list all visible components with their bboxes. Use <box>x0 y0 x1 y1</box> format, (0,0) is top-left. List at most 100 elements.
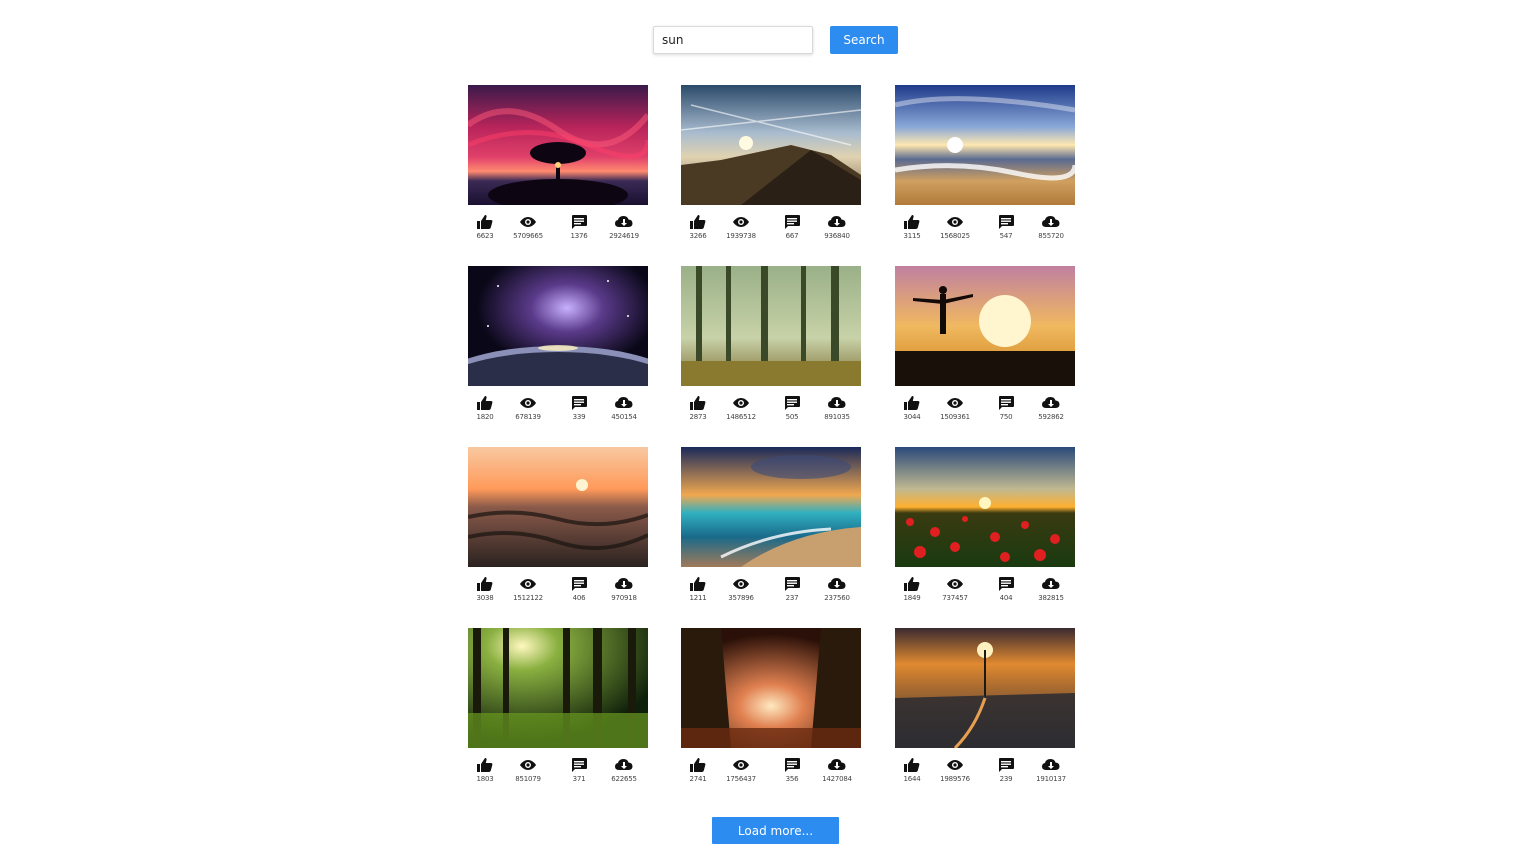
image-stats: 3115 1568025 547 855720 <box>895 215 1075 245</box>
image-stats: 1644 1989576 239 1910137 <box>895 758 1075 788</box>
views-count: 737457 <box>942 594 968 602</box>
image-thumbnail[interactable] <box>681 85 861 205</box>
views-count: 678139 <box>515 413 541 421</box>
eye-icon <box>935 215 975 229</box>
eye-icon <box>721 758 761 772</box>
likes-stat: 1820 <box>465 396 505 421</box>
comment-icon <box>559 215 599 229</box>
downloads-count: 2924619 <box>609 232 639 240</box>
downloads-stat: 2924619 <box>604 215 644 240</box>
image-card[interactable]: 3038 1512122 406 970918 <box>468 447 648 607</box>
image-card[interactable]: 1803 851079 371 622655 <box>468 628 648 788</box>
comment-icon <box>772 215 812 229</box>
thumbs-up-icon <box>892 758 932 772</box>
likes-stat: 1211 <box>678 577 718 602</box>
eye-icon <box>935 577 975 591</box>
image-card[interactable]: 2873 1486512 505 891035 <box>681 266 861 426</box>
image-stats: 6623 5709665 1376 2924619 <box>468 215 648 245</box>
likes-stat: 2741 <box>678 758 718 783</box>
image-card[interactable]: 3044 1509361 750 592862 <box>895 266 1075 426</box>
comments-count: 404 <box>999 594 1013 602</box>
comment-icon <box>986 758 1026 772</box>
likes-count: 2741 <box>689 775 707 783</box>
image-thumbnail[interactable] <box>468 628 648 748</box>
comment-icon <box>559 758 599 772</box>
comments-count: 547 <box>999 232 1013 240</box>
cloud-download-icon <box>817 396 857 410</box>
image-card[interactable]: 3266 1939738 667 936840 <box>681 85 861 245</box>
comments-stat: 406 <box>559 577 599 602</box>
likes-count: 1820 <box>476 413 494 421</box>
comments-count: 750 <box>999 413 1013 421</box>
likes-stat: 1849 <box>892 577 932 602</box>
cloud-download-icon <box>604 758 644 772</box>
downloads-count: 592862 <box>1038 413 1064 421</box>
cloud-download-icon <box>1031 758 1071 772</box>
search-button[interactable]: Search <box>830 26 898 54</box>
views-stat: 1568025 <box>935 215 975 240</box>
views-stat: 737457 <box>935 577 975 602</box>
image-thumbnail[interactable] <box>468 266 648 386</box>
eye-icon <box>508 215 548 229</box>
image-card[interactable]: 3115 1568025 547 855720 <box>895 85 1075 245</box>
cloud-download-icon <box>1031 396 1071 410</box>
downloads-count: 382815 <box>1038 594 1064 602</box>
image-card[interactable]: 1211 357896 237 237560 <box>681 447 861 607</box>
downloads-count: 936840 <box>824 232 850 240</box>
image-thumbnail[interactable] <box>681 447 861 567</box>
image-thumbnail[interactable] <box>468 447 648 567</box>
views-stat: 5709665 <box>508 215 548 240</box>
views-count: 1989576 <box>940 775 970 783</box>
load-more-button[interactable]: Load more... <box>712 817 839 844</box>
image-thumbnail[interactable] <box>895 447 1075 567</box>
likes-count: 3266 <box>689 232 707 240</box>
image-stats: 1211 357896 237 237560 <box>681 577 861 607</box>
views-count: 1486512 <box>726 413 756 421</box>
comments-count: 237 <box>785 594 799 602</box>
thumbs-up-icon <box>892 577 932 591</box>
eye-icon <box>721 577 761 591</box>
comments-count: 371 <box>572 775 586 783</box>
comments-stat: 750 <box>986 396 1026 421</box>
image-card[interactable]: 6623 5709665 1376 2924619 <box>468 85 648 245</box>
likes-stat: 1644 <box>892 758 932 783</box>
views-stat: 1939738 <box>721 215 761 240</box>
views-count: 1512122 <box>513 594 543 602</box>
downloads-count: 237560 <box>824 594 850 602</box>
image-thumbnail[interactable] <box>895 628 1075 748</box>
thumbs-up-icon <box>678 396 718 410</box>
likes-stat: 6623 <box>465 215 505 240</box>
comment-icon <box>986 396 1026 410</box>
views-stat: 1756437 <box>721 758 761 783</box>
search-input[interactable] <box>653 26 813 54</box>
image-thumbnail[interactable] <box>468 85 648 205</box>
image-card[interactable]: 1849 737457 404 382815 <box>895 447 1075 607</box>
cloud-download-icon <box>604 577 644 591</box>
image-thumbnail[interactable] <box>681 266 861 386</box>
downloads-count: 970918 <box>611 594 637 602</box>
thumbs-up-icon <box>678 215 718 229</box>
image-card[interactable]: 1644 1989576 239 1910137 <box>895 628 1075 788</box>
comments-stat: 505 <box>772 396 812 421</box>
views-count: 851079 <box>515 775 541 783</box>
image-thumbnail[interactable] <box>895 85 1075 205</box>
cloud-download-icon <box>1031 215 1071 229</box>
downloads-stat: 855720 <box>1031 215 1071 240</box>
likes-stat: 3044 <box>892 396 932 421</box>
cloud-download-icon <box>1031 577 1071 591</box>
likes-count: 2873 <box>689 413 707 421</box>
image-card[interactable]: 1820 678139 339 450154 <box>468 266 648 426</box>
views-stat: 357896 <box>721 577 761 602</box>
downloads-stat: 1427084 <box>817 758 857 783</box>
likes-stat: 1803 <box>465 758 505 783</box>
image-card[interactable]: 2741 1756437 356 1427084 <box>681 628 861 788</box>
thumbs-up-icon <box>678 758 718 772</box>
comments-stat: 404 <box>986 577 1026 602</box>
comment-icon <box>986 577 1026 591</box>
views-count: 5709665 <box>513 232 543 240</box>
downloads-stat: 382815 <box>1031 577 1071 602</box>
image-thumbnail[interactable] <box>895 266 1075 386</box>
comment-icon <box>772 577 812 591</box>
image-thumbnail[interactable] <box>681 628 861 748</box>
image-stats: 2873 1486512 505 891035 <box>681 396 861 426</box>
